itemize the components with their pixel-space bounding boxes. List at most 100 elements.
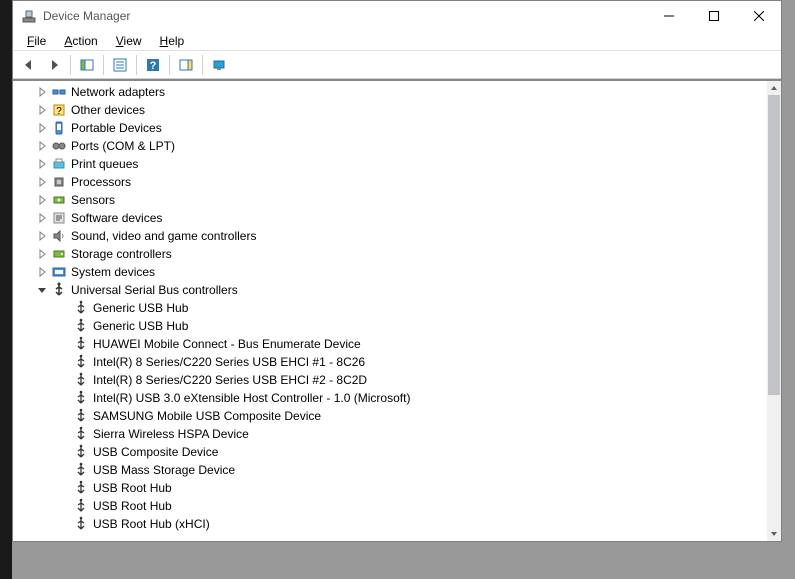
scroll-down-button[interactable] xyxy=(767,527,781,541)
device-label: USB Root Hub xyxy=(93,481,172,495)
device-label: USB Composite Device xyxy=(93,445,218,459)
tree-category[interactable]: Processors xyxy=(13,173,767,191)
properties-button[interactable] xyxy=(108,53,132,77)
app-icon xyxy=(21,8,37,24)
forward-button[interactable] xyxy=(42,53,66,77)
sound-icon xyxy=(51,228,67,244)
category-label: Other devices xyxy=(71,103,145,117)
expander-icon[interactable] xyxy=(35,139,49,153)
minimize-button[interactable] xyxy=(646,1,691,31)
tree-device[interactable]: USB Root Hub xyxy=(13,497,767,515)
tree-device[interactable]: USB Composite Device xyxy=(13,443,767,461)
printer-icon xyxy=(51,156,67,172)
tree-category[interactable]: System devices xyxy=(13,263,767,281)
toolbar: ? xyxy=(13,51,781,79)
category-label: Storage controllers xyxy=(71,247,172,261)
scroll-track[interactable] xyxy=(767,95,781,527)
help-button[interactable]: ? xyxy=(141,53,165,77)
tree-device[interactable]: USB Mass Storage Device xyxy=(13,461,767,479)
expander-icon[interactable] xyxy=(35,211,49,225)
tree-device[interactable]: Intel(R) USB 3.0 eXtensible Host Control… xyxy=(13,389,767,407)
toolbar-separator xyxy=(169,55,170,75)
network-icon xyxy=(51,84,67,100)
device-label: Intel(R) 8 Series/C220 Series USB EHCI #… xyxy=(93,355,365,369)
other-icon: ? xyxy=(51,102,67,118)
expander-icon[interactable] xyxy=(35,283,49,297)
category-label: Processors xyxy=(71,175,131,189)
tree-device[interactable]: Sierra Wireless HSPA Device xyxy=(13,425,767,443)
expander-icon[interactable] xyxy=(35,247,49,261)
software-icon xyxy=(51,210,67,226)
usb-device-icon xyxy=(73,444,89,460)
usb-device-icon xyxy=(73,408,89,424)
device-label: Generic USB Hub xyxy=(93,319,188,333)
cpu-icon xyxy=(51,174,67,190)
device-label: Generic USB Hub xyxy=(93,301,188,315)
tree-device[interactable]: USB Root Hub (xHCI) xyxy=(13,515,767,533)
action-pane-button[interactable] xyxy=(174,53,198,77)
tree-device[interactable]: SAMSUNG Mobile USB Composite Device xyxy=(13,407,767,425)
category-label: Sensors xyxy=(71,193,115,207)
scan-hardware-button[interactable] xyxy=(207,53,231,77)
usb-icon xyxy=(51,282,67,298)
toolbar-separator xyxy=(136,55,137,75)
usb-device-icon xyxy=(73,480,89,496)
category-label: Portable Devices xyxy=(71,121,162,135)
expander-icon[interactable] xyxy=(35,103,49,117)
category-label: Sound, video and game controllers xyxy=(71,229,256,243)
vertical-scrollbar[interactable] xyxy=(767,81,781,541)
tree-category[interactable]: Software devices xyxy=(13,209,767,227)
device-tree[interactable]: Network adapters? Other devices Portable D… xyxy=(13,81,767,541)
titlebar[interactable]: Device Manager xyxy=(13,1,781,31)
category-label: Software devices xyxy=(71,211,162,225)
menu-action[interactable]: Action xyxy=(56,33,105,49)
category-label: System devices xyxy=(71,265,155,279)
tree-category[interactable]: ? Other devices xyxy=(13,101,767,119)
expander-icon[interactable] xyxy=(35,157,49,171)
expander-icon[interactable] xyxy=(35,229,49,243)
show-hide-console-tree-button[interactable] xyxy=(75,53,99,77)
scroll-thumb[interactable] xyxy=(768,95,780,395)
expander-icon[interactable] xyxy=(35,175,49,189)
tree-category[interactable]: Ports (COM & LPT) xyxy=(13,137,767,155)
tree-category[interactable]: Sound, video and game controllers xyxy=(13,227,767,245)
sensor-icon xyxy=(51,192,67,208)
tree-device[interactable]: Generic USB Hub xyxy=(13,299,767,317)
expander-icon[interactable] xyxy=(35,85,49,99)
close-button[interactable] xyxy=(736,1,781,31)
usb-device-icon xyxy=(73,336,89,352)
tree-device[interactable]: Intel(R) 8 Series/C220 Series USB EHCI #… xyxy=(13,371,767,389)
tree-category[interactable]: Sensors xyxy=(13,191,767,209)
tree-device[interactable]: HUAWEI Mobile Connect - Bus Enumerate De… xyxy=(13,335,767,353)
expander-icon[interactable] xyxy=(35,193,49,207)
menu-file[interactable]: File xyxy=(19,33,54,49)
expander-icon[interactable] xyxy=(35,265,49,279)
taskbar-edge xyxy=(0,0,12,579)
maximize-button[interactable] xyxy=(691,1,736,31)
expander-icon[interactable] xyxy=(35,121,49,135)
usb-device-icon xyxy=(73,498,89,514)
tree-device[interactable]: Intel(R) 8 Series/C220 Series USB EHCI #… xyxy=(13,353,767,371)
window-controls xyxy=(646,1,781,31)
tree-device[interactable]: Generic USB Hub xyxy=(13,317,767,335)
device-label: Intel(R) 8 Series/C220 Series USB EHCI #… xyxy=(93,373,367,387)
tree-category[interactable]: Network adapters xyxy=(13,83,767,101)
menu-help[interactable]: Help xyxy=(152,33,193,49)
tree-category[interactable]: Portable Devices xyxy=(13,119,767,137)
scroll-up-button[interactable] xyxy=(767,81,781,95)
menu-view[interactable]: View xyxy=(108,33,150,49)
device-label: Sierra Wireless HSPA Device xyxy=(93,427,249,441)
usb-device-icon xyxy=(73,300,89,316)
back-button[interactable] xyxy=(17,53,41,77)
toolbar-separator xyxy=(103,55,104,75)
portable-icon xyxy=(51,120,67,136)
usb-device-icon xyxy=(73,354,89,370)
svg-text:?: ? xyxy=(150,60,157,72)
tree-category[interactable]: Storage controllers xyxy=(13,245,767,263)
tree-category[interactable]: Print queues xyxy=(13,155,767,173)
tree-device[interactable]: USB Root Hub xyxy=(13,479,767,497)
usb-device-icon xyxy=(73,318,89,334)
tree-category[interactable]: Universal Serial Bus controllers xyxy=(13,281,767,299)
ports-icon xyxy=(51,138,67,154)
toolbar-separator xyxy=(70,55,71,75)
